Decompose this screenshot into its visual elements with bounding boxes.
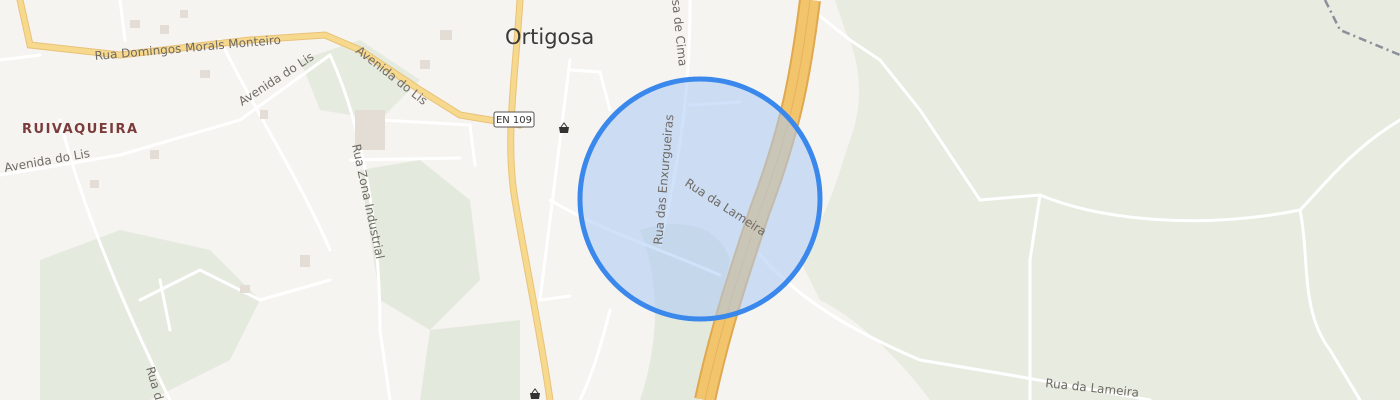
field-south xyxy=(420,320,520,400)
selection-area[interactable] xyxy=(577,76,823,322)
route-shield-en109: EN 109 xyxy=(493,111,535,128)
map-canvas[interactable]: Rua Domingos Morals Monteiro Avenida do … xyxy=(0,0,1400,400)
road-label-sa-de-cima: sa de Cima xyxy=(669,0,690,67)
shop-basket-icon[interactable] xyxy=(530,388,540,399)
road-label-domingos: Rua Domingos Morals Monteiro xyxy=(94,33,281,63)
place-ruivaqueira: RUIVAQUEIRA xyxy=(22,122,139,137)
road-label-lis-3: Avenida do Lis xyxy=(3,146,91,175)
road-label-lis-2: Avenida do Lis xyxy=(236,50,316,109)
svg-text:EN 109: EN 109 xyxy=(496,115,532,126)
place-ortigosa: Ortigosa xyxy=(505,25,594,49)
